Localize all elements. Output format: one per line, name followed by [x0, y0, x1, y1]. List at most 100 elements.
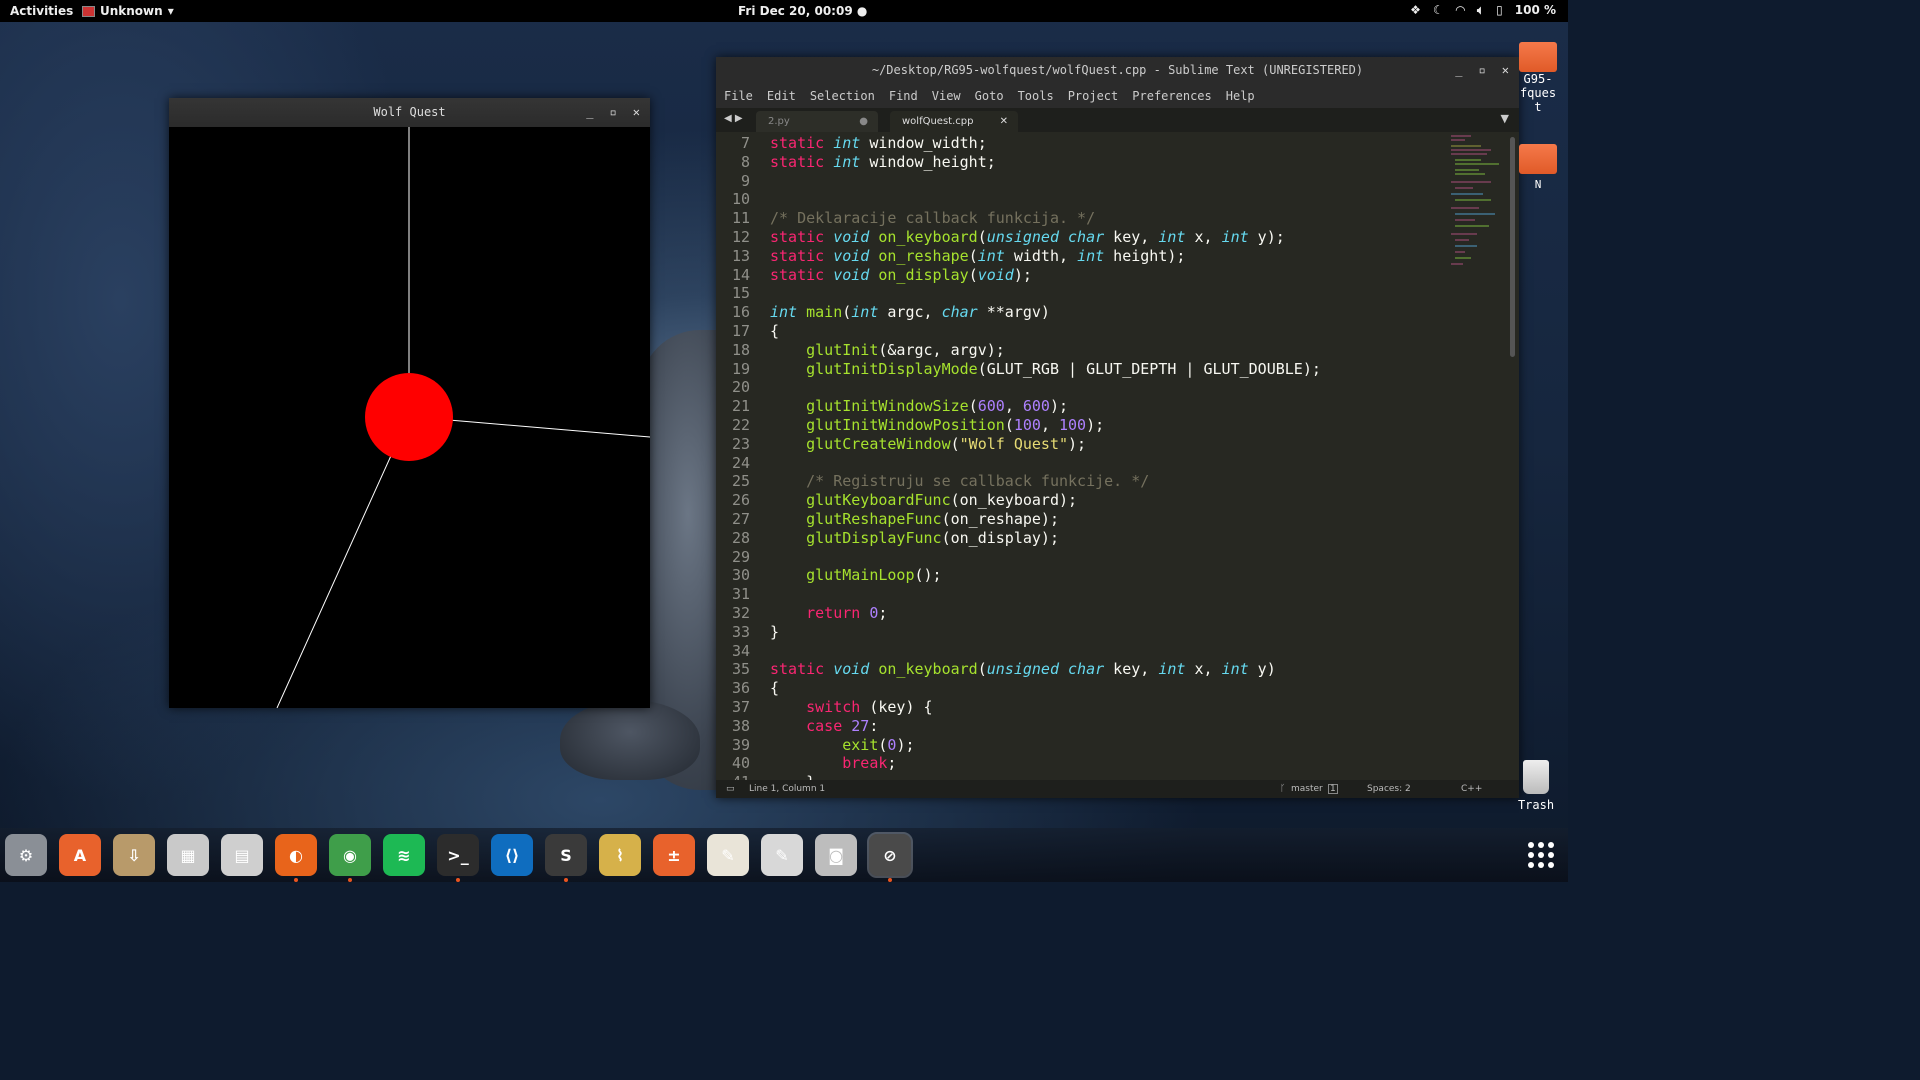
menu-view[interactable]: View — [932, 84, 961, 108]
code-line[interactable]: break; — [770, 754, 896, 772]
code-line[interactable]: return 0; — [770, 604, 887, 622]
chrome-icon[interactable]: ◉ — [329, 834, 371, 882]
tab-2-py[interactable]: 2.py ● — [756, 111, 878, 132]
git-branch[interactable]: master — [1291, 780, 1323, 798]
cursor-position[interactable]: Line 1, Column 1 — [749, 780, 825, 798]
minimize-button[interactable]: _ — [586, 98, 593, 127]
code-line[interactable]: glutInitDisplayMode(GLUT_RGB | GLUT_DEPT… — [770, 360, 1321, 378]
code-line[interactable]: { — [770, 679, 779, 697]
dropbox-icon[interactable]: ❖ — [1410, 3, 1421, 18]
tab-nav-arrows-icon[interactable]: ◀ ▶ — [724, 113, 743, 124]
line-number: 14 — [731, 265, 750, 284]
code-line[interactable]: static void on_reshape(int width, int he… — [770, 247, 1185, 265]
clock[interactable]: Fri Dec 20, 00:09 ● — [738, 4, 867, 18]
code-line[interactable]: static int window_height; — [770, 153, 996, 171]
sublime-titlebar[interactable]: ~/Desktop/RG95-wolfquest/wolfQuest.cpp -… — [716, 57, 1519, 84]
code-line[interactable]: } — [770, 773, 815, 780]
x-axis-line — [448, 419, 650, 438]
code-line[interactable]: glutKeyboardFunc(on_keyboard); — [770, 491, 1077, 509]
panel-toggle-icon[interactable]: ▭ — [726, 780, 735, 798]
opengl-canvas[interactable] — [169, 127, 650, 708]
code-line[interactable]: { — [770, 322, 779, 340]
minimap[interactable] — [1449, 133, 1505, 273]
code-line[interactable]: glutDisplayFunc(on_display); — [770, 529, 1059, 547]
volume-icon: 🔈︎ — [1476, 3, 1485, 17]
activities-button[interactable]: Activities — [10, 4, 73, 18]
menu-tools[interactable]: Tools — [1018, 84, 1054, 108]
menu-bar: File Edit Selection Find View Goto Tools… — [716, 84, 1519, 108]
calculator-icon[interactable]: ± — [653, 834, 695, 876]
menu-project[interactable]: Project — [1068, 84, 1119, 108]
sublime-title: ~/Desktop/RG95-wolfquest/wolfQuest.cpp -… — [871, 63, 1364, 77]
firefox-icon[interactable]: ◐ — [275, 834, 317, 882]
code-line[interactable]: case 27: — [770, 717, 878, 735]
desktop-folder-n[interactable]: N — [1510, 144, 1566, 191]
close-button[interactable]: ✕ — [633, 98, 640, 127]
code-line[interactable]: int main(int argc, char **argv) — [770, 303, 1050, 321]
close-tab-icon[interactable]: ✕ — [1000, 111, 1008, 132]
wolfquest-titlebar[interactable]: Wolf Quest _ ▫ ✕ — [169, 98, 650, 127]
battery-icon: ▯ — [1496, 3, 1503, 17]
tab-wolfquest-cpp[interactable]: wolfQuest.cpp ✕ — [890, 111, 1018, 132]
vscode-icon[interactable]: ⟨⟩ — [491, 834, 533, 876]
maximize-button[interactable]: ▫ — [610, 98, 617, 127]
wolfquest-app-icon[interactable]: ⊘ — [867, 832, 913, 882]
code-editor[interactable]: 7 static int window_width; 8 static int win… — [716, 132, 1519, 780]
code-line[interactable]: glutInit(&argc, argv); — [770, 341, 1005, 359]
menu-edit[interactable]: Edit — [767, 84, 796, 108]
maximize-button[interactable]: ▫ — [1479, 57, 1486, 84]
menu-file[interactable]: File — [724, 84, 753, 108]
show-applications-icon[interactable] — [1528, 842, 1554, 868]
app-menu[interactable]: Unknown ▾ — [82, 4, 174, 18]
archive-manager-icon[interactable]: ⇩ — [113, 834, 155, 876]
indentation[interactable]: Spaces: 2 — [1367, 780, 1411, 798]
spotify-icon[interactable]: ≋ — [383, 834, 425, 876]
desktop-folder-rg95[interactable]: G95- fques t — [1510, 42, 1566, 114]
settings-icon[interactable]: ⚙ — [5, 834, 47, 876]
text-editor-icon[interactable]: ✎ — [707, 834, 749, 876]
code-line[interactable]: glutReshapeFunc(on_reshape); — [770, 510, 1059, 528]
code-line[interactable]: static int window_width; — [770, 134, 987, 152]
menu-help[interactable]: Help — [1226, 84, 1255, 108]
wolfquest-window[interactable]: Wolf Quest _ ▫ ✕ — [169, 98, 650, 708]
sublime-text-icon[interactable]: S — [545, 834, 587, 882]
desktop-trash[interactable]: Trash — [1510, 760, 1562, 812]
terminal-icon[interactable]: >_ — [437, 834, 479, 882]
sublime-window[interactable]: ~/Desktop/RG95-wolfquest/wolfQuest.cpp -… — [716, 57, 1519, 798]
menu-goto[interactable]: Goto — [975, 84, 1004, 108]
files-icon[interactable]: ▤ — [221, 834, 263, 876]
line-number: 39 — [731, 735, 750, 754]
app-menu-label: Unknown — [100, 4, 163, 18]
code-line[interactable]: glutCreateWindow("Wolf Quest"); — [770, 435, 1086, 453]
code-line[interactable]: static void on_keyboard(unsigned char ke… — [770, 660, 1276, 678]
system-tray[interactable]: ❖ ☾ ◠ 🔈︎ ▯ 100 % — [1410, 3, 1556, 18]
line-number: 16 — [731, 303, 750, 322]
code-line[interactable]: static void on_keyboard(unsigned char ke… — [770, 228, 1285, 246]
notes-icon[interactable]: ✎ — [761, 834, 803, 876]
code-line[interactable]: glutInitWindowPosition(100, 100); — [770, 416, 1104, 434]
code-line[interactable]: /* Deklaracije callback funkcija. */ — [770, 209, 1095, 227]
close-button[interactable]: ✕ — [1502, 57, 1509, 84]
syntax-mode[interactable]: C++ — [1461, 780, 1482, 798]
system-monitor-icon[interactable]: ▦ — [167, 834, 209, 876]
tab-list-icon[interactable]: ▼ — [1501, 112, 1509, 125]
code-line[interactable]: exit(0); — [770, 736, 914, 754]
code-line[interactable]: glutMainLoop(); — [770, 566, 941, 584]
unsaved-dot-icon[interactable]: ● — [859, 111, 868, 132]
chevron-down-icon: ▾ — [167, 4, 174, 18]
tab-label: 2.py — [768, 116, 790, 127]
line-number: 9 — [740, 171, 750, 190]
menu-selection[interactable]: Selection — [810, 84, 875, 108]
line-number: 22 — [731, 416, 750, 434]
code-line[interactable]: /* Registruju se callback funkcije. */ — [770, 472, 1149, 490]
menu-preferences[interactable]: Preferences — [1132, 84, 1211, 108]
code-line[interactable]: } — [770, 623, 779, 641]
screenshot-icon[interactable]: ◙ — [815, 834, 857, 876]
code-line[interactable]: glutInitWindowSize(600, 600); — [770, 397, 1068, 415]
menu-find[interactable]: Find — [889, 84, 918, 108]
code-line[interactable]: static void on_display(void); — [770, 266, 1032, 284]
minimize-button[interactable]: _ — [1455, 57, 1462, 84]
bleachbit-icon[interactable]: ⌇ — [599, 834, 641, 876]
code-line[interactable]: switch (key) { — [770, 698, 932, 716]
software-center-icon[interactable]: A — [59, 834, 101, 876]
